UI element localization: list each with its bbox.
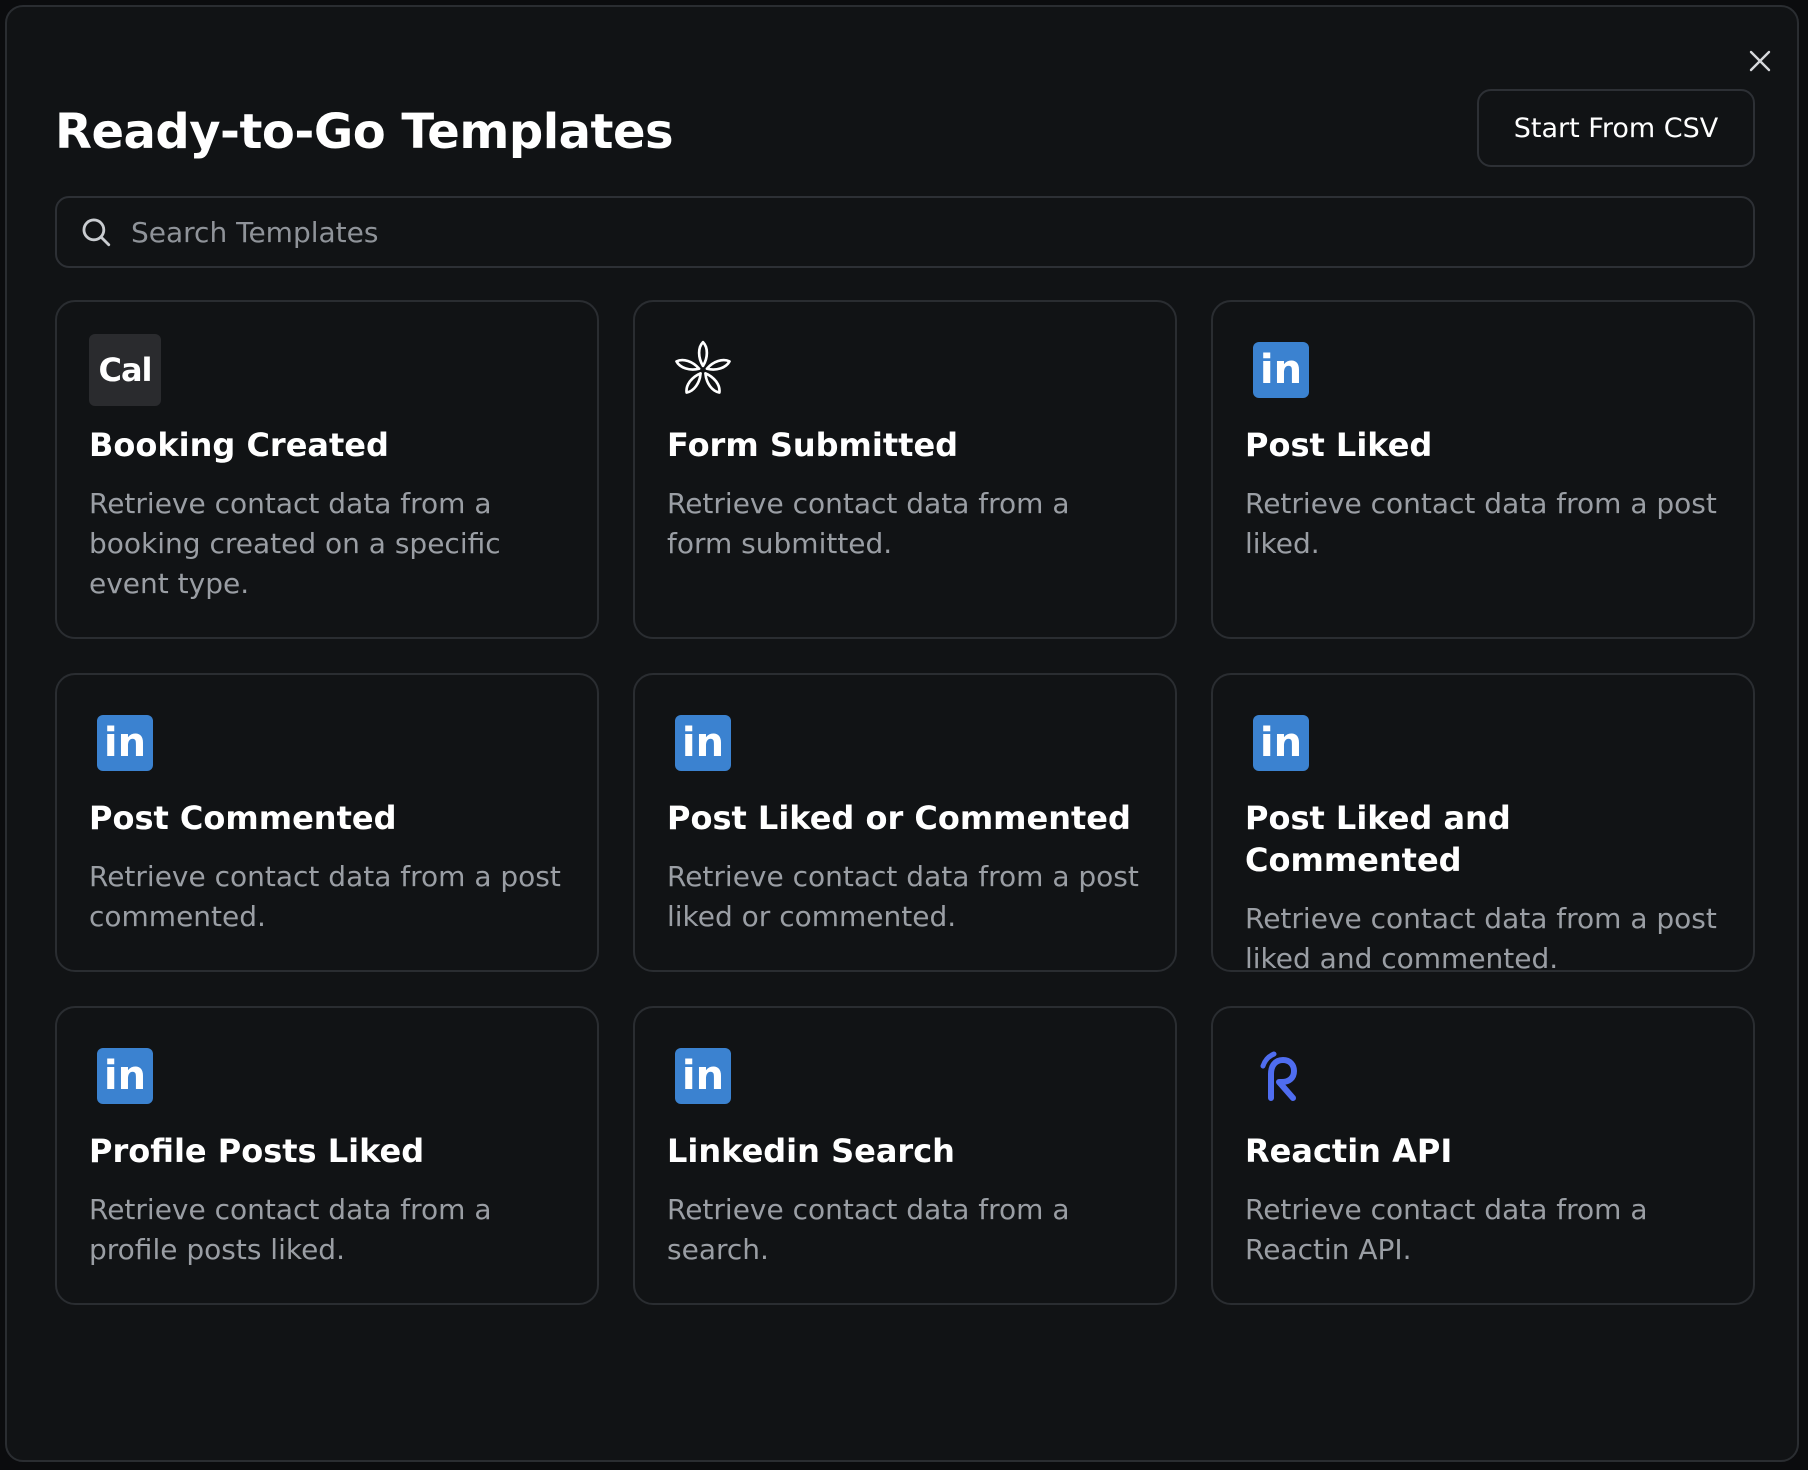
template-title: Booking Created — [89, 426, 389, 464]
template-title: Profile Posts Liked — [89, 1132, 425, 1170]
linkedin-badge: in — [675, 715, 731, 771]
template-title: Form Submitted — [667, 426, 959, 464]
template-title: Reactin API — [1245, 1132, 1453, 1170]
search-icon — [82, 218, 111, 247]
cal-icon-badge: Cal — [89, 334, 161, 406]
linkedin-glyph: in — [682, 720, 724, 766]
template-description: Retrieve contact data from a booking cre… — [89, 487, 501, 600]
svg-text:in: in — [104, 1053, 146, 1099]
template-card-profile-posts-liked[interactable]: in Profile Posts Liked Retrieve contact … — [55, 1006, 599, 1305]
close-icon — [1749, 50, 1771, 72]
linkedin-icon: in — [89, 1040, 161, 1112]
reactin-logo-svg — [1260, 1051, 1297, 1101]
template-title: Post Liked or Commented — [667, 799, 1131, 837]
linkedin-glyph: in — [1260, 720, 1302, 766]
template-card-post-commented[interactable]: in Post Commented Retrieve contact data … — [55, 673, 599, 972]
svg-text:in: in — [1260, 720, 1302, 766]
template-card-linkedin-search[interactable]: in Linkedin Search Retrieve contact data… — [633, 1006, 1177, 1305]
template-card-booking-created[interactable]: Cal Booking Created Retrieve contact dat… — [55, 300, 599, 639]
template-card-post-liked-or-commented[interactable]: in Post Liked or Commented Retrieve cont… — [633, 673, 1177, 972]
template-description: Retrieve contact data from a post commen… — [89, 860, 561, 933]
linkedin-icon: in — [89, 707, 161, 779]
template-description: Retrieve contact data from a post liked … — [1245, 902, 1717, 975]
svg-text:in: in — [104, 720, 146, 766]
template-description: Retrieve contact data from a post liked … — [667, 860, 1139, 933]
linkedin-glyph: in — [104, 720, 146, 766]
linkedin-badge: in — [675, 1048, 731, 1104]
template-title: Post Commented — [89, 799, 397, 837]
reactin-logo-icon — [1245, 1040, 1317, 1112]
linkedin-badge: in — [97, 1048, 153, 1104]
template-title: Linkedin Search — [667, 1132, 955, 1170]
template-description: Retrieve contact data from a search. — [667, 1193, 1070, 1266]
modal-title: Ready-to-Go Templates — [55, 104, 674, 160]
template-card-post-liked[interactable]: in Post Liked Retrieve contact data from… — [1211, 300, 1755, 639]
close-button[interactable] — [1743, 44, 1777, 78]
linkedin-glyph: in — [104, 1053, 146, 1099]
template-title: Post Liked — [1245, 426, 1433, 464]
linkedin-glyph: in — [682, 1053, 724, 1099]
template-title: Post Liked and Commented — [1245, 799, 1511, 879]
template-description: Retrieve contact data from a post liked. — [1245, 487, 1717, 560]
template-card-post-liked-and-commented[interactable]: in Post Liked and Commented Retrieve con… — [1211, 673, 1755, 975]
linkedin-icon: in — [667, 707, 739, 779]
svg-text:in: in — [1260, 347, 1302, 393]
flower-asterisk-svg — [675, 340, 731, 394]
linkedin-icon: in — [667, 1040, 739, 1112]
template-card-reactin-api[interactable]: Reactin API Retrieve contact data from a… — [1211, 1006, 1755, 1305]
linkedin-icon: in — [1245, 707, 1317, 779]
linkedin-badge: in — [1253, 342, 1309, 398]
linkedin-icon: in — [1245, 334, 1317, 406]
template-description: Retrieve contact data from a Reactin API… — [1245, 1193, 1648, 1266]
linkedin-badge: in — [1253, 715, 1309, 771]
search-bar — [55, 196, 1755, 268]
svg-text:in: in — [682, 720, 724, 766]
search-input[interactable] — [129, 201, 1753, 263]
svg-text:in: in — [682, 1053, 724, 1099]
start-from-csv-button[interactable]: Start From CSV — [1477, 89, 1755, 167]
template-card-form-submitted[interactable]: Form Submitted Retrieve contact data fro… — [633, 300, 1177, 639]
cal-icon: Cal — [89, 334, 161, 406]
template-description: Retrieve contact data from a form submit… — [667, 487, 1070, 560]
linkedin-glyph: in — [1260, 347, 1302, 393]
flower-asterisk-icon — [667, 334, 739, 406]
templates-modal: Ready-to-Go Templates Start From CSV Cal… — [5, 5, 1799, 1462]
template-description: Retrieve contact data from a profile pos… — [89, 1193, 492, 1266]
linkedin-badge: in — [97, 715, 153, 771]
templates-grid: Cal Booking Created Retrieve contact dat… — [55, 300, 1755, 1305]
